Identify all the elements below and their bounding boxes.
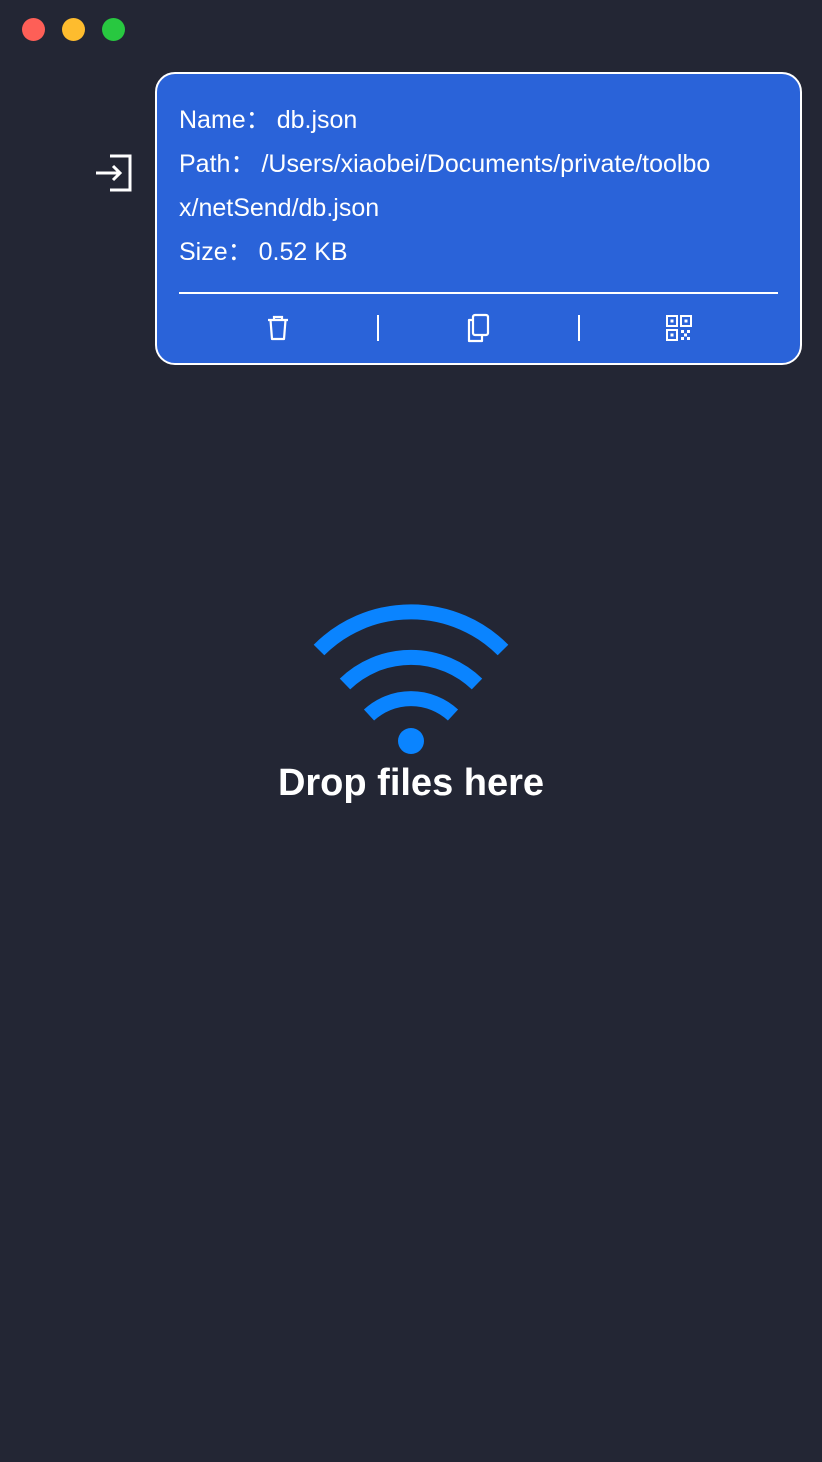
copy-button[interactable] (379, 300, 577, 356)
drop-zone[interactable]: Drop files here (0, 600, 822, 805)
qrcode-icon (665, 315, 692, 341)
card-divider (179, 292, 778, 294)
file-path-row: Path：/Users/xiaobei/Documents/private/to… (179, 142, 710, 186)
import-icon (96, 154, 132, 192)
file-path-value-line1: /Users/xiaobei/Documents/private/toolbo (261, 150, 711, 178)
copy-icon (468, 313, 490, 343)
delete-button[interactable] (179, 300, 377, 356)
import-button[interactable] (92, 152, 134, 194)
file-name-label: Name： (179, 106, 271, 134)
file-path-label: Path： (179, 150, 256, 178)
qrcode-button[interactable] (580, 300, 778, 356)
zoom-window-button[interactable] (102, 18, 125, 41)
window-controls (22, 18, 125, 41)
drop-files-text: Drop files here (277, 762, 545, 804)
file-size-row: Size： 0.52 KB (179, 230, 348, 274)
close-window-button[interactable] (22, 18, 45, 41)
file-path-value-line2: x/netSend/db.json (179, 194, 380, 222)
file-name-value: db.json (276, 106, 358, 134)
minimize-window-button[interactable] (62, 18, 85, 41)
wifi-icon (313, 604, 509, 754)
file-info-card: Name： db.json Path：/Users/xiaobei/Documen… (155, 72, 802, 365)
file-path-row-continued: x/netSend/db.json (179, 186, 379, 230)
file-size-value: 0.52 KB (258, 238, 348, 266)
trash-icon (268, 315, 289, 341)
file-name-row: Name： db.json (179, 98, 357, 142)
file-size-label: Size： (179, 238, 253, 266)
card-actions (179, 300, 778, 356)
